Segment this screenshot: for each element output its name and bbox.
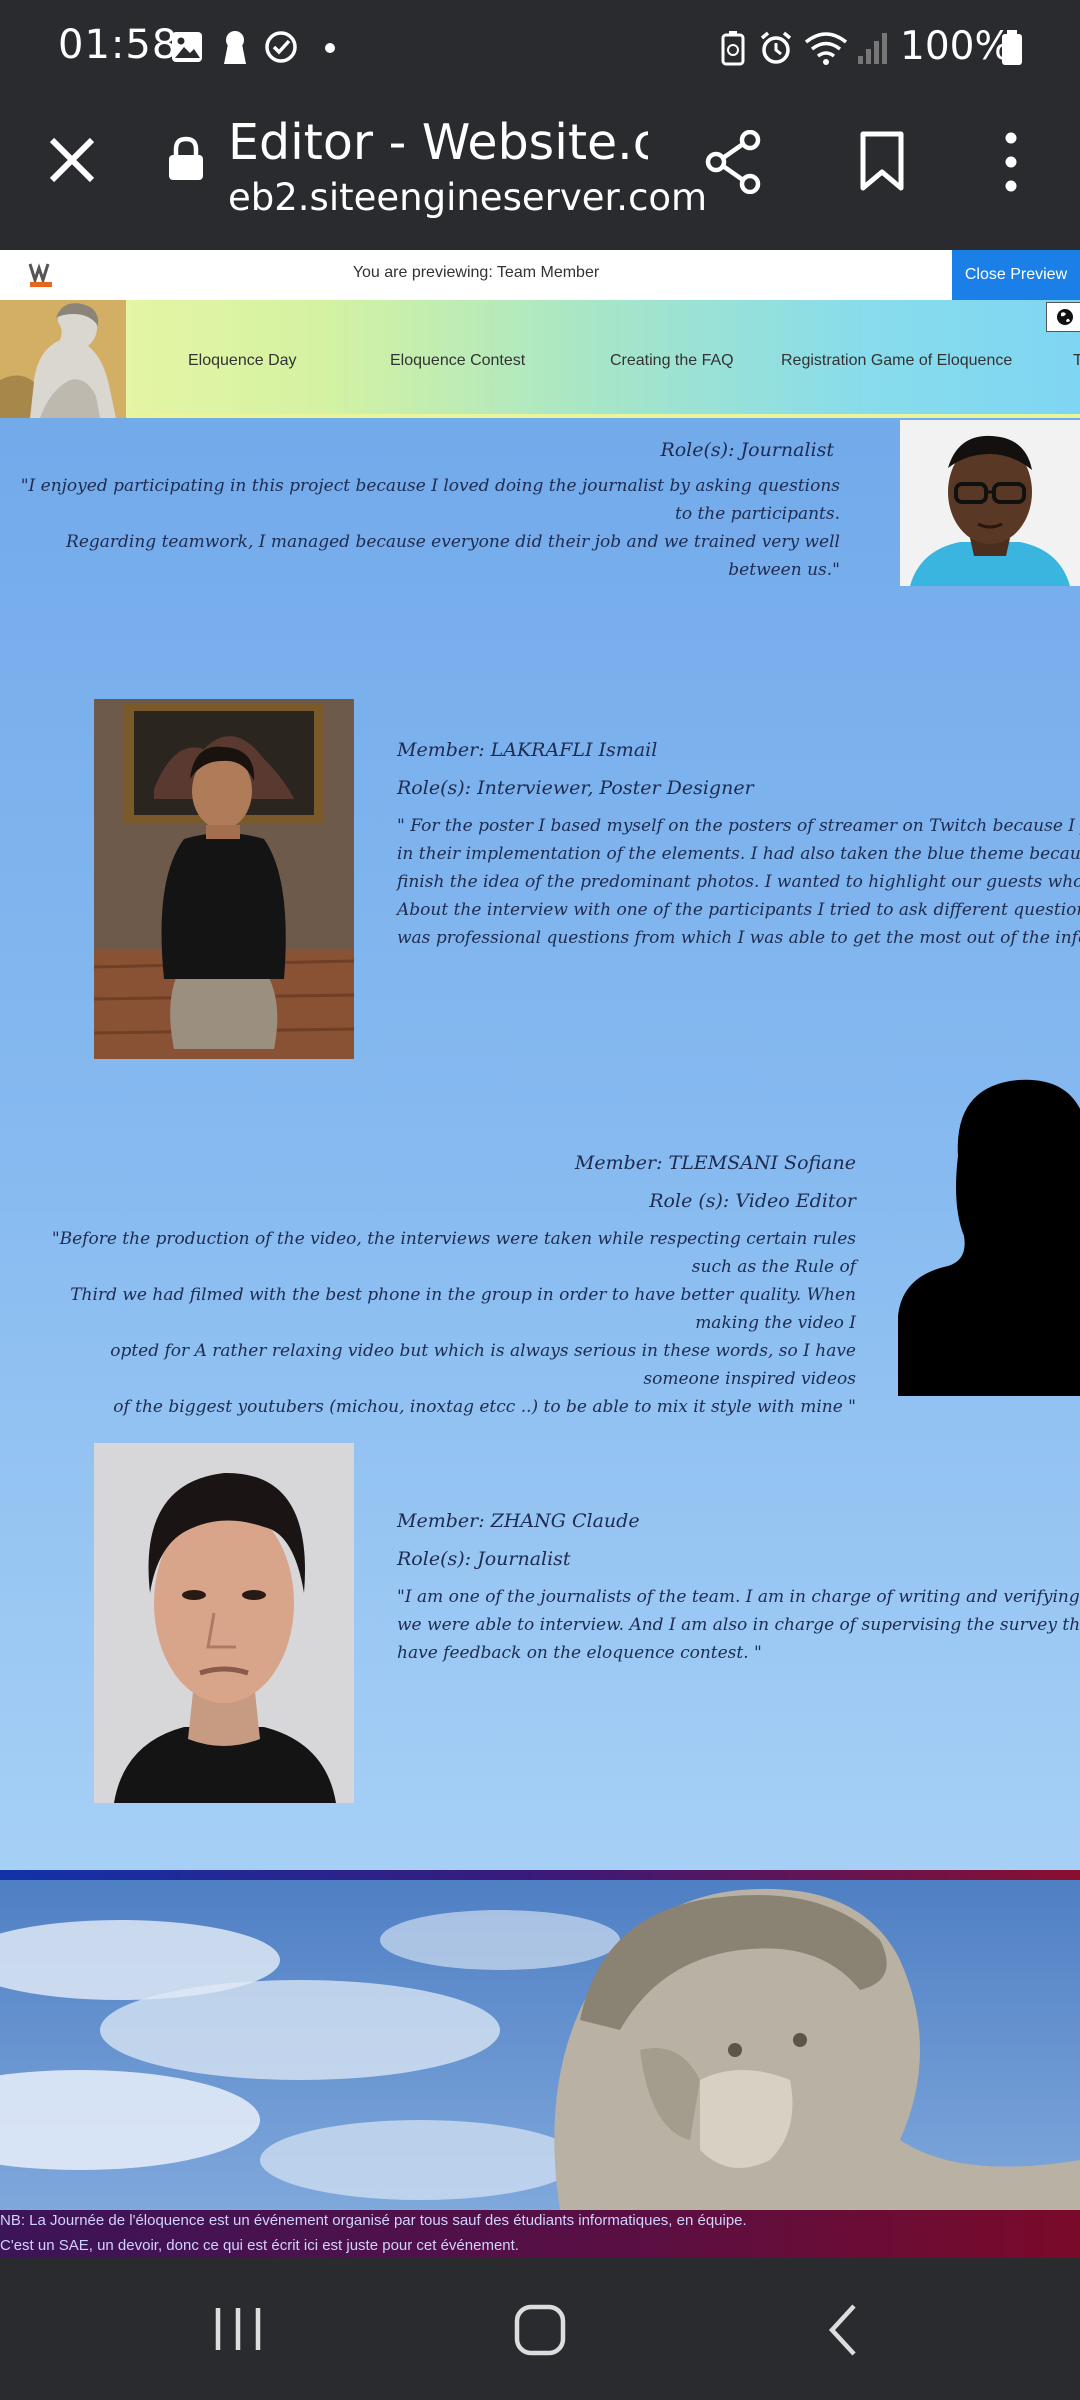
member-1-role: Role(s): Journalist [660, 439, 834, 461]
member-3-role: Role (s): Video Editor [649, 1190, 856, 1212]
quote-line: finish the idea of the predominant photo… [397, 872, 1080, 892]
member-2-name: Member: LAKRAFLI Ismail [397, 739, 658, 761]
check-circle-icon [265, 31, 297, 63]
web-content: You are previewing: Team Member Close Pr… [0, 250, 1080, 2258]
page-title: Editor - Website.c… [228, 114, 648, 171]
site-nav: Eloquence Day Eloquence Contest Creating… [0, 300, 1080, 418]
member-3-info: Member: TLEMSANI Sofiane Role (s): Video… [40, 1149, 856, 1421]
browser-toolbar: Editor - Website.c… eb2.siteengineserver… [0, 96, 1080, 250]
member-4-quote: "I am one of the journalists of the team… [397, 1583, 1080, 1667]
member-1-quote: "I enjoyed participating in this project… [20, 472, 840, 584]
wifi-icon [804, 32, 848, 65]
preview-text: You are previewing: Team Member [352, 264, 600, 281]
keyhole-icon [224, 31, 246, 64]
status-time: 01:58 [58, 22, 179, 68]
home-icon[interactable] [512, 2302, 568, 2358]
member-3-quote: "Before the production of the video, the… [40, 1225, 856, 1421]
quote-line: Regarding teamwork, I managed because ev… [66, 532, 840, 580]
member-4-info: Member: ZHANG Claude Role(s): Journalist… [397, 1507, 1080, 1667]
quote-line: " For the poster I based myself on the p… [397, 816, 1080, 836]
footer-notes: NB: La Journée de l'éloquence est un évé… [0, 2210, 1080, 2258]
member-1-photo [900, 420, 1080, 586]
member-3-silhouette [898, 1076, 1080, 1396]
quote-line: in their implementation of the elements.… [397, 844, 1080, 864]
section-divider [0, 1870, 1080, 1880]
nav-registration-game[interactable]: Registration Game of Eloquence [781, 352, 1012, 370]
member-2-info: Member: LAKRAFLI Ismail Role(s): Intervi… [397, 736, 1080, 952]
nav-creating-faq[interactable]: Creating the FAQ [610, 352, 734, 370]
nav-eloquence-contest[interactable]: Eloquence Contest [390, 352, 525, 370]
member-2-role: Role(s): Interviewer, Poster Designer [397, 777, 754, 799]
quote-line: opted for A rather relaxing video but wh… [110, 1341, 856, 1389]
statue-logo[interactable] [0, 300, 126, 418]
quote-line: "Before the production of the video, the… [51, 1229, 856, 1277]
close-preview-button[interactable]: Close Preview [952, 250, 1080, 300]
preview-bar: You are previewing: Team Member Close Pr… [0, 250, 1080, 300]
member-4-photo [94, 1443, 354, 1803]
footer-statue-image [0, 1880, 1080, 2210]
dot-icon [325, 43, 335, 53]
quote-line: of the biggest youtubers (michou, inoxta… [113, 1397, 856, 1417]
gallery-icon [172, 32, 202, 62]
nav-eloquence-day[interactable]: Eloquence Day [188, 352, 297, 370]
member-2-photo [94, 699, 354, 1059]
back-icon[interactable] [822, 2302, 862, 2358]
language-button[interactable] [1046, 302, 1080, 332]
lock-icon [169, 136, 203, 180]
bookmark-icon[interactable] [858, 130, 906, 194]
member-4-role: Role(s): Journalist [397, 1548, 571, 1570]
member-3-name: Member: TLEMSANI Sofiane [574, 1152, 856, 1174]
battery-icon [1002, 30, 1022, 65]
member-4-name: Member: ZHANG Claude [397, 1510, 640, 1532]
more-options-icon[interactable] [988, 130, 1034, 194]
nav-more-item[interactable]: T [1073, 352, 1080, 370]
signal-icon [858, 33, 887, 64]
footer-note-2: C'est un SAE, un devoir, donc ce qui est… [0, 2237, 519, 2254]
url-text[interactable]: eb2.siteengineserver.com [228, 176, 707, 219]
alarm-icon [760, 31, 792, 64]
quote-line: About the interview with one of the part… [397, 900, 1080, 920]
quote-line: was professional questions from which I … [397, 928, 1080, 948]
footer-note-1: NB: La Journée de l'éloquence est un évé… [0, 2212, 747, 2229]
quote-line: we were able to interview. And I am also… [397, 1615, 1080, 1635]
quote-line: "I am one of the journalists of the team… [397, 1587, 1080, 1607]
recent-apps-icon[interactable] [210, 2304, 266, 2354]
share-icon[interactable] [704, 130, 764, 194]
quote-line: "I enjoyed participating in this project… [20, 476, 840, 524]
quote-line: Third we had filmed with the best phone … [70, 1285, 856, 1333]
globe-icon [1057, 309, 1073, 325]
system-nav-bar [0, 2258, 1080, 2400]
quote-line: have feedback on the eloquence contest. … [397, 1643, 762, 1663]
member-1-info: Role(s): Journalist [0, 436, 834, 464]
member-2-quote: " For the poster I based myself on the p… [397, 812, 1080, 952]
status-bar: 01:58 100% [0, 0, 1080, 96]
battery-percentage: 100% [900, 24, 1012, 69]
battery-saver-icon [721, 31, 745, 66]
close-icon[interactable] [38, 126, 106, 194]
